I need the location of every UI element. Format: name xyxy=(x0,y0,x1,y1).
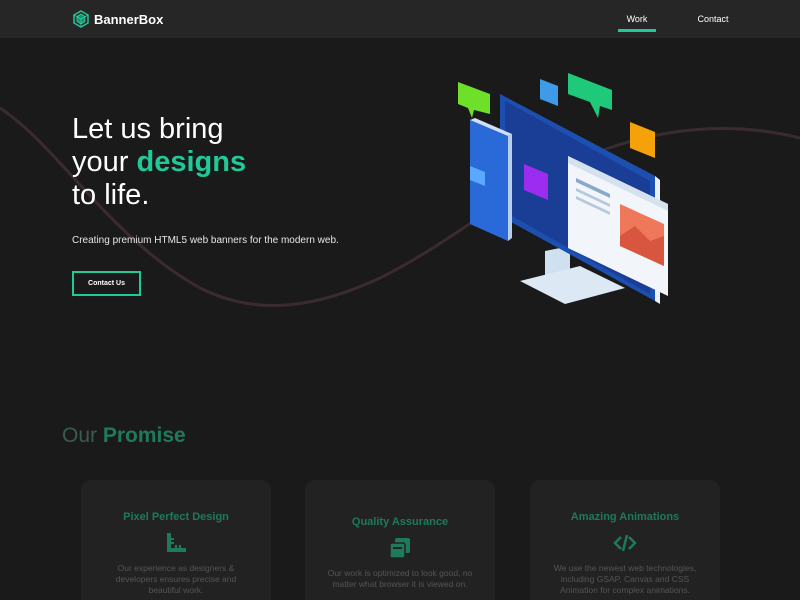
brand-name: BannerBox xyxy=(94,11,164,27)
logo-icon xyxy=(73,10,89,28)
card-text: Our experience as designers & developers… xyxy=(115,563,237,595)
promise-title-accent: Promise xyxy=(102,424,186,447)
copy-icon xyxy=(389,538,410,559)
promise-title: Our Promise xyxy=(62,424,186,448)
contact-us-button[interactable]: Contact Us xyxy=(72,271,141,296)
brand[interactable]: BannerBox xyxy=(72,9,163,29)
card-text: We use the newest web technologies, incl… xyxy=(553,563,697,595)
promise-card-quality: Quality Assurance Our work is optimized … xyxy=(305,480,495,600)
nav-active-indicator xyxy=(618,29,656,32)
ruler-icon xyxy=(167,533,186,552)
hero-title-accent: designs xyxy=(136,146,247,178)
promise-title-prefix: Our xyxy=(62,424,103,447)
promise-card-animations: Amazing Animations We use the newest web… xyxy=(530,480,720,600)
nav-link-contact[interactable]: Contact xyxy=(690,0,736,38)
card-title: Pixel Perfect Design xyxy=(123,511,229,523)
hero-title-line1: Let us bring xyxy=(72,113,224,145)
code-icon xyxy=(613,534,637,552)
hero-title-line2-prefix: your xyxy=(72,146,137,178)
hero-title: Let us bring your designs to life. xyxy=(72,113,372,212)
hero-illustration xyxy=(458,73,668,304)
card-title: Quality Assurance xyxy=(351,516,449,528)
promise-card-pixel-perfect: Pixel Perfect Design Our experience as d… xyxy=(81,480,271,600)
hero-subtitle: Creating premium HTML5 web banners for t… xyxy=(72,235,339,246)
card-title: Amazing Animations xyxy=(570,511,680,523)
card-text: Our work is optimized to look good, no m… xyxy=(327,568,473,589)
hero-title-line3: to life. xyxy=(72,179,150,211)
nav-link-work[interactable]: Work xyxy=(618,0,656,38)
navbar: BannerBox Work Contact xyxy=(0,0,800,38)
